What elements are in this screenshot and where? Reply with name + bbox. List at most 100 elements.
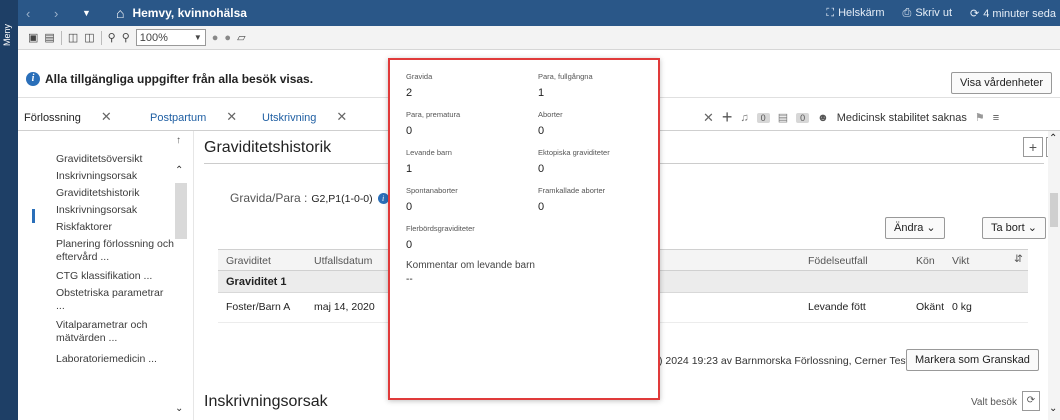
field-value: 1 <box>406 163 413 175</box>
home-icon[interactable]: ⌂ <box>116 5 124 21</box>
show-care-units-button[interactable]: Visa vårdenheter <box>951 72 1052 94</box>
refresh-icon: ⟳ <box>970 7 980 20</box>
field-label: Ektopiska graviditeter <box>538 148 610 157</box>
add-icon[interactable]: + <box>722 107 733 128</box>
add-button[interactable]: + <box>1023 137 1043 157</box>
field-value: 2 <box>406 87 413 99</box>
chevron-down-icon: ⌄ <box>926 222 936 234</box>
zoom-select[interactable]: 100% ▼ <box>135 29 206 46</box>
page-next-icon[interactable]: ◫ <box>84 31 94 44</box>
comment-label: Kommentar om levande barn <box>406 260 535 271</box>
delete-button[interactable]: Ta bort ⌄ <box>982 217 1046 239</box>
info-icon[interactable]: i <box>377 193 389 205</box>
binoculars-icon[interactable]: ▣ <box>28 31 38 44</box>
column-header[interactable]: Graviditet <box>226 255 271 267</box>
zoom-out-icon[interactable]: ⚲ <box>122 31 130 44</box>
sidebar-item[interactable]: CTG klassifikation ... <box>56 270 174 283</box>
section-title: Inskrivningsorsak <box>204 393 328 410</box>
field-label: Flerbördsgraviditeter <box>406 224 475 233</box>
refresh-icon[interactable]: ⟳ <box>1022 391 1040 411</box>
scrollbar-thumb[interactable] <box>1050 193 1058 227</box>
sort-icon[interactable]: ⇵ <box>1014 253 1023 265</box>
close-icon[interactable]: ✕ <box>101 109 112 124</box>
medical-stability-status[interactable]: Medicinsk stabilitet saknas <box>837 112 967 124</box>
sidebar-item[interactable]: Inskrivningsorsak <box>56 170 174 183</box>
dropdown-arrow-icon[interactable]: ▼ <box>82 8 102 18</box>
divider <box>60 30 62 45</box>
field-value: 0 <box>406 201 413 213</box>
field-value: 0 <box>538 201 545 213</box>
cell-graviditet: Foster/Barn A <box>226 301 291 313</box>
sidebar-item[interactable]: Inskrivningsorsak <box>56 204 174 217</box>
header-actions: ⛶ Helskärm ⎙ Skriv ut ⟳ 4 minuter seda <box>826 0 1056 26</box>
sidebar-item[interactable]: Graviditetsöversikt <box>56 153 174 166</box>
comment-value: -- <box>406 274 413 285</box>
sidebar-item[interactable]: Vitalparametrar och mätvärden ... <box>56 319 174 345</box>
sidebar-item[interactable]: Riskfaktorer <box>56 221 174 234</box>
field-value: 0 <box>406 239 413 251</box>
field-label: Aborter <box>538 110 563 119</box>
close-icon[interactable]: ✕ <box>703 110 714 126</box>
selected-visit-label[interactable]: Valt besök <box>971 397 1017 408</box>
column-header[interactable]: Utfallsdatum <box>314 255 372 267</box>
print-button[interactable]: ⎙ Skriv ut <box>903 7 953 20</box>
menu-icon[interactable]: ≡ <box>993 112 999 124</box>
active-indicator <box>32 209 35 223</box>
gravida-para-summary: Gravida/Para : G2,P1(1-0-0) i <box>230 191 389 205</box>
info-message: i Alla tillgängliga uppgifter från alla … <box>26 72 313 86</box>
field-label: Para, fullgångna <box>538 72 593 81</box>
divider <box>100 30 102 45</box>
page-title: Hemvy, kvinnohälsa <box>132 6 247 20</box>
expand-icon: ⛶ <box>826 6 835 19</box>
zoom-in-icon[interactable]: ⚲ <box>108 31 116 44</box>
sidebar-item-active[interactable]: Graviditetshistorik <box>56 187 174 200</box>
chevron-up-icon[interactable]: ⌃ <box>1049 133 1057 144</box>
pin-icon[interactable]: ↑ <box>176 135 181 146</box>
sidebar-scrollbar[interactable] <box>175 183 187 239</box>
refresh-button[interactable]: ⟳ 4 minuter seda <box>970 7 1056 20</box>
column-header[interactable]: Kön <box>916 255 935 267</box>
column-header[interactable]: Vikt <box>952 255 969 267</box>
cell-vikt: 0 kg <box>952 301 972 313</box>
inbox-icon[interactable]: ▤ <box>778 111 788 124</box>
close-icon[interactable]: ✕ <box>336 109 347 124</box>
mark-reviewed-button[interactable]: Markera som Granskad <box>906 349 1039 371</box>
circle-icon[interactable]: ● <box>224 32 231 44</box>
back-arrow-icon[interactable]: ‹ <box>26 6 46 21</box>
chevron-down-icon[interactable]: ⌄ <box>175 403 183 414</box>
menu-strip[interactable]: Meny <box>0 0 18 420</box>
tab-postpartum[interactable]: Postpartum ✕ <box>150 109 237 125</box>
notification-badge: 0 <box>756 112 770 123</box>
cell-utfallsdatum: maj 14, 2020 <box>314 301 375 313</box>
field-label: Gravida <box>406 72 433 81</box>
field-label: Levande barn <box>406 148 452 157</box>
forward-arrow-icon[interactable]: › <box>54 6 74 21</box>
menu-label[interactable]: Meny <box>2 6 12 46</box>
tab-actions: ✕ + ♫ 0 ▤ 0 ☻ Medicinsk stabilitet sakna… <box>703 107 999 128</box>
close-icon[interactable]: ✕ <box>226 109 237 124</box>
page-scrollbar[interactable]: ⌃ ⌄ <box>1048 131 1060 420</box>
cell-fodelseutfall: Levande fött <box>808 301 866 313</box>
circle-icon[interactable]: ● <box>212 32 219 44</box>
document-icon[interactable]: ▤ <box>44 31 54 44</box>
sidebar-item[interactable]: Planering förlossning och eftervård ... <box>56 238 174 264</box>
chevron-down-icon: ▼ <box>193 33 202 42</box>
chevron-up-icon[interactable]: ⌃ <box>175 165 183 176</box>
column-header[interactable]: Födelseutfall <box>808 255 868 267</box>
bell-icon[interactable]: ♫ <box>740 112 748 124</box>
edit-button[interactable]: Ändra ⌄ <box>885 217 945 239</box>
toolbar: ▣ ▤ ◫ ◫ ⚲ ⚲ 100% ▼ ● ● ▱ <box>18 26 1060 50</box>
tag-icon[interactable]: ⚑ <box>975 111 985 124</box>
camera-icon[interactable]: ▱ <box>237 31 245 44</box>
chevron-down-icon: ⌄ <box>1027 222 1037 234</box>
field-value: 0 <box>538 163 545 175</box>
sidebar-item[interactable]: Laboratoriemedicin ... <box>56 353 174 366</box>
sidebar-item[interactable]: Obstetriska parametrar ... <box>56 287 174 313</box>
tab-forlossning[interactable]: Förlossning ✕ <box>24 109 112 125</box>
fullscreen-button[interactable]: ⛶ Helskärm <box>826 7 884 20</box>
tab-utskrivning[interactable]: Utskrivning ✕ <box>262 109 347 125</box>
page-prev-icon[interactable]: ◫ <box>68 31 78 44</box>
cell-kon: Okänt <box>916 301 945 313</box>
section-title: Graviditetshistorik <box>204 139 332 156</box>
chevron-down-icon[interactable]: ⌄ <box>1049 403 1057 414</box>
